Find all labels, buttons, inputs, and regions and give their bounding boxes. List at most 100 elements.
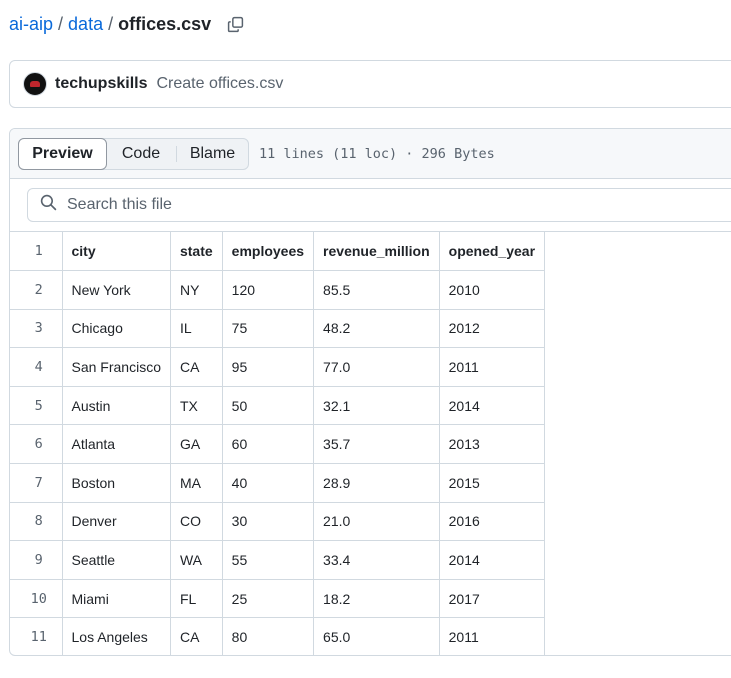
table-cell: 85.5 xyxy=(313,270,440,310)
breadcrumb: ai-aip / data / offices.csv xyxy=(9,12,245,36)
breadcrumb-folder-link[interactable]: data xyxy=(68,14,103,35)
line-number[interactable]: 2 xyxy=(10,270,63,310)
table-cell: 60 xyxy=(222,424,315,465)
author-avatar[interactable] xyxy=(23,72,47,96)
line-number[interactable]: 3 xyxy=(10,309,63,349)
table-cell: 120 xyxy=(222,270,315,310)
line-number[interactable]: 1 xyxy=(10,232,63,272)
table-cell: 28.9 xyxy=(313,463,440,503)
table-cell: New York xyxy=(62,270,171,310)
file-meta-info: 11 lines (11 loc) · 296 Bytes xyxy=(259,145,495,162)
line-number[interactable]: 9 xyxy=(10,540,63,580)
table-cell: NY xyxy=(170,270,223,310)
breadcrumb-separator: / xyxy=(108,13,114,34)
table-cell: Atlanta xyxy=(62,424,171,465)
table-row: 11 Los Angeles CA 80 65.0 2011 xyxy=(10,617,546,655)
table-cell: 2011 xyxy=(439,347,546,387)
line-number[interactable]: 8 xyxy=(10,502,63,542)
table-row: 8 Denver CO 30 21.0 2016 xyxy=(10,502,546,542)
table-cell: 55 xyxy=(222,540,315,580)
table-cell: CA xyxy=(170,617,223,655)
preview-tab[interactable]: Preview xyxy=(18,137,107,170)
table-cell: MA xyxy=(170,463,223,503)
table-cell: WA xyxy=(170,540,223,580)
table-row: 7 Boston MA 40 28.9 2015 xyxy=(10,463,546,503)
table-cell: 75 xyxy=(222,309,315,349)
line-number[interactable]: 4 xyxy=(10,347,63,387)
column-header: state xyxy=(170,232,223,272)
avatar-mark xyxy=(30,81,40,87)
csv-table: 1 city state employees revenue_million opened… xyxy=(10,232,546,655)
table-cell: 25 xyxy=(222,579,315,619)
line-number[interactable]: 5 xyxy=(10,386,63,426)
table-row: 5 Austin TX 50 32.1 2014 xyxy=(10,386,546,426)
table-cell: 2014 xyxy=(439,540,546,580)
table-row: 2 New York NY 120 85.5 2010 xyxy=(10,270,546,310)
table-cell: TX xyxy=(170,386,223,426)
table-cell: 50 xyxy=(222,386,315,426)
table-cell: San Francisco xyxy=(62,347,171,387)
table-cell: 95 xyxy=(222,347,315,387)
search-section xyxy=(10,179,731,232)
table-row: 4 San Francisco CA 95 77.0 2011 xyxy=(10,347,546,387)
table-cell: 30 xyxy=(222,502,315,542)
line-number[interactable]: 10 xyxy=(10,579,63,619)
table-cell: 35.7 xyxy=(313,424,440,465)
table-cell: 2011 xyxy=(439,617,546,655)
table-header-row: 1 city state employees revenue_million opened… xyxy=(10,232,546,272)
table-cell: 32.1 xyxy=(313,386,440,426)
table-cell: 18.2 xyxy=(313,579,440,619)
copy-path-icon[interactable] xyxy=(225,14,245,34)
table-cell: Austin xyxy=(62,386,171,426)
line-number[interactable]: 6 xyxy=(10,424,63,465)
table-cell: 65.0 xyxy=(313,617,440,655)
table-cell: 2015 xyxy=(439,463,546,503)
table-cell: Los Angeles xyxy=(62,617,171,655)
table-row: 10 Miami FL 25 18.2 2017 xyxy=(10,579,546,619)
table-cell: 2016 xyxy=(439,502,546,542)
file-header: Preview Code Blame 11 lines (11 loc) · 2… xyxy=(10,129,731,179)
search-box[interactable] xyxy=(27,188,731,222)
breadcrumb-file-name: offices.csv xyxy=(118,13,212,34)
table-cell: 77.0 xyxy=(313,347,440,387)
table-row: 9 Seattle WA 55 33.4 2014 xyxy=(10,540,546,580)
breadcrumb-repo-link[interactable]: ai-aip xyxy=(9,14,53,35)
blame-tab[interactable]: Blame xyxy=(176,145,248,162)
table-cell: 48.2 xyxy=(313,309,440,349)
table-cell: 33.4 xyxy=(313,540,440,580)
column-header: employees xyxy=(222,232,315,272)
line-number[interactable]: 11 xyxy=(10,617,63,655)
table-cell: 2010 xyxy=(439,270,546,310)
code-tab[interactable]: Code xyxy=(106,139,176,169)
latest-commit-bar: techupskills Create offices.csv xyxy=(9,60,731,108)
column-header: revenue_million xyxy=(313,232,440,272)
table-cell: 2012 xyxy=(439,309,546,349)
table-cell: 40 xyxy=(222,463,315,503)
file-viewer: Preview Code Blame 11 lines (11 loc) · 2… xyxy=(9,128,731,656)
breadcrumb-separator: / xyxy=(58,13,64,34)
table-cell: 2017 xyxy=(439,579,546,619)
table-cell: Miami xyxy=(62,579,171,619)
table-cell: Boston xyxy=(62,463,171,503)
table-row: 3 Chicago IL 75 48.2 2012 xyxy=(10,309,546,349)
line-number[interactable]: 7 xyxy=(10,463,63,503)
table-cell: IL xyxy=(170,309,223,349)
table-cell: GA xyxy=(170,424,223,465)
commit-author[interactable]: techupskills xyxy=(55,75,147,93)
column-header: opened_year xyxy=(439,232,546,272)
table-row: 6 Atlanta GA 60 35.7 2013 xyxy=(10,424,546,465)
search-input[interactable] xyxy=(65,195,669,215)
table-cell: Seattle xyxy=(62,540,171,580)
column-header: city xyxy=(62,232,171,272)
search-icon xyxy=(40,194,57,216)
table-cell: CO xyxy=(170,502,223,542)
table-cell: CA xyxy=(170,347,223,387)
table-cell: 2013 xyxy=(439,424,546,465)
table-cell: 80 xyxy=(222,617,315,655)
table-cell: FL xyxy=(170,579,223,619)
table-cell: Denver xyxy=(62,502,171,542)
view-mode-switch: Preview Code Blame xyxy=(18,137,249,170)
table-cell: 21.0 xyxy=(313,502,440,542)
table-cell: Chicago xyxy=(62,309,171,349)
commit-message[interactable]: Create offices.csv xyxy=(156,75,283,93)
